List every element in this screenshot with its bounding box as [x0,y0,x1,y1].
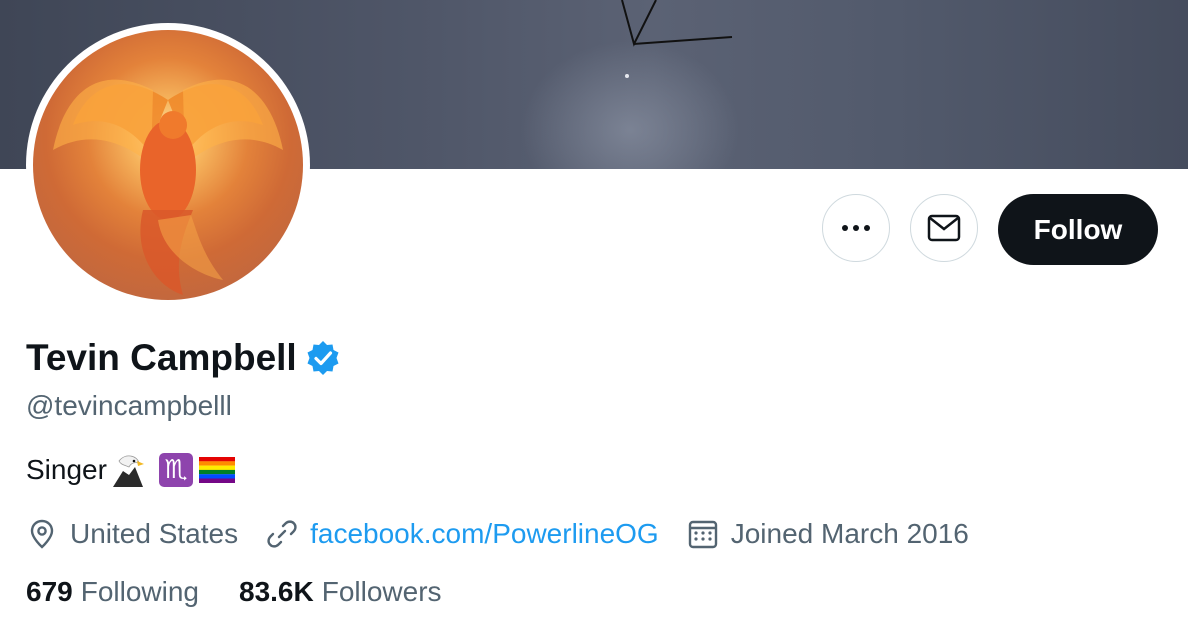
profile-meta: United States facebook.com/PowerlineOG J… [26,512,997,556]
profile-bio: Singer ♏ [26,453,235,487]
phoenix-avatar-image [33,30,303,300]
profile-handle: @tevincampbelll [26,390,232,421]
followers-link[interactable]: 83.6K Followers [239,576,442,608]
location-pin-icon [30,519,54,549]
profile-name-text: Tevin Campbell [26,337,297,378]
mail-icon [927,214,961,242]
followers-label: Followers [321,576,442,607]
more-icon [842,225,870,231]
more-options-button[interactable] [822,194,890,262]
following-link[interactable]: 679 Following [26,576,199,608]
link-icon [267,520,297,548]
message-button[interactable] [910,194,978,262]
rainbow-flag-icon [198,457,235,483]
website-link[interactable]: facebook.com/PowerlineOG [310,518,659,550]
profile-name: Tevin Campbell [26,337,341,379]
profile-stats: 679 Following 83.6K Followers [26,576,482,608]
following-count: 679 [26,576,73,607]
verified-badge-icon [307,341,339,375]
location-item: United States [26,518,238,550]
location-text: United States [70,518,239,549]
followers-count: 83.6K [239,576,314,607]
joined-item: Joined March 2016 [687,518,969,550]
follow-button[interactable]: Follow [998,194,1158,265]
bio-text: Singer [26,454,107,485]
following-label: Following [80,576,199,607]
calendar-icon [688,520,717,549]
joined-text: Joined March 2016 [730,518,969,549]
website-item: facebook.com/PowerlineOG [266,518,659,550]
profile-avatar[interactable] [26,23,310,307]
eagle-icon [112,455,144,487]
scorpio-icon: ♏ [158,453,193,487]
